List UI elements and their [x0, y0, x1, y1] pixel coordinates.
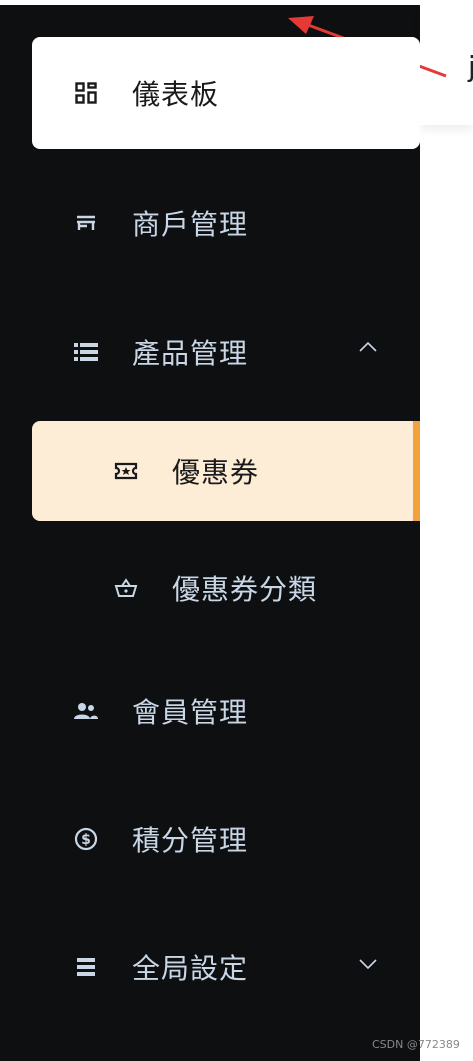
sidebar-item-label: 會員管理	[132, 696, 249, 729]
sidebar-item-points[interactable]: $ 積分管理	[32, 783, 420, 895]
sidebar-item-label: 優惠券	[172, 456, 260, 489]
chevron-up-icon[interactable]	[356, 335, 380, 359]
basket-icon	[112, 574, 140, 602]
sidebar-item-label: 商戶管理	[132, 208, 249, 241]
svg-text:$: $	[81, 832, 91, 848]
menu-icon	[72, 953, 100, 981]
ticket-icon	[112, 457, 140, 485]
sidebar-item-label: 優惠券分類	[172, 573, 318, 606]
users-icon	[72, 697, 100, 725]
sidebar-item-coupons[interactable]: 優惠券	[32, 421, 420, 521]
sidebar-item-coupon-categories[interactable]: 優惠券分類	[32, 538, 420, 638]
active-indicator	[413, 421, 420, 521]
sidebar-item-label: 全局設定	[132, 952, 249, 985]
list-icon	[72, 338, 100, 366]
sidebar-item-label: 產品管理	[132, 337, 249, 370]
sidebar-item-label: 積分管理	[132, 824, 249, 857]
dashboard-grid-icon	[72, 79, 100, 107]
sidebar	[0, 5, 420, 1061]
sidebar-item-label: 儀表板	[132, 78, 220, 111]
chevron-down-icon[interactable]	[356, 952, 380, 976]
watermark: CSDN @772389	[372, 1038, 460, 1051]
sidebar-item-members[interactable]: 會員管理	[32, 655, 420, 767]
store-icon	[72, 209, 100, 237]
sidebar-item-merchants[interactable]: 商戶管理	[32, 167, 420, 279]
sidebar-item-dashboard[interactable]: 儀表板	[32, 37, 420, 149]
dollar-icon: $	[72, 825, 100, 853]
header-title-fragment: j	[468, 50, 473, 83]
